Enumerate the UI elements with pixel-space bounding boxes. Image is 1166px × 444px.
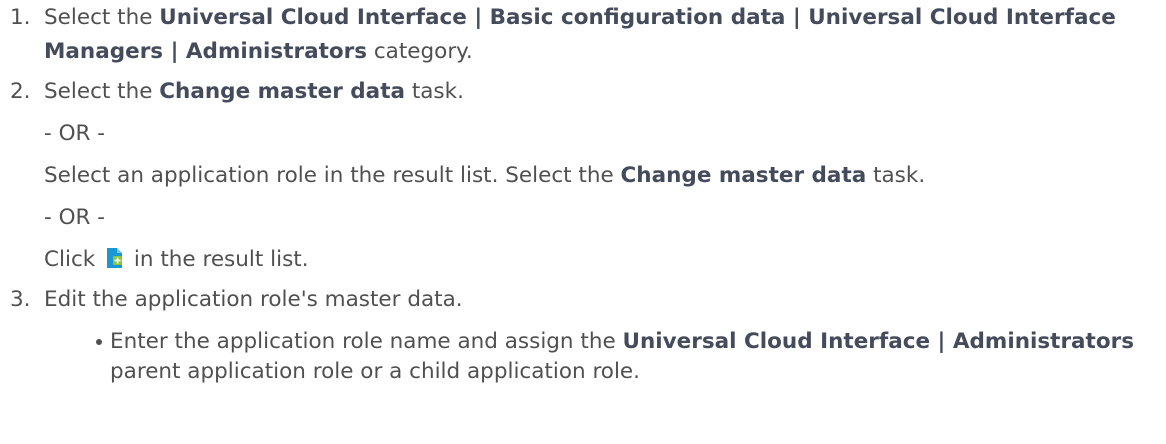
step-1-text: Select the Universal Cloud Interface | B…	[44, 1, 1156, 69]
document-page: 1. Select the Universal Cloud Interface …	[0, 0, 1166, 444]
step-2-line-1-pre: Select the	[44, 79, 160, 104]
step-2: 2. Select the Change master data task. -…	[10, 75, 1156, 277]
step-1: 1. Select the Universal Cloud Interface …	[10, 1, 1156, 69]
step-2-line-3-post: in the result list.	[127, 247, 309, 272]
list-item: Enter the application role name and assi…	[44, 327, 1156, 387]
step-number: 2.	[10, 79, 31, 104]
parent-role-name: Universal Cloud Interface | Administrato…	[622, 329, 1135, 354]
step-2-line-2-pre: Select an application role in the result…	[44, 163, 621, 188]
step-body: Select the Change master data task. - OR…	[44, 75, 1156, 277]
task-name: Change master data	[159, 79, 405, 104]
step-3-text: Edit the application role's master data.	[44, 287, 463, 312]
step-2-line-1-post: task.	[404, 79, 464, 104]
step-1-pre: Select the	[44, 5, 160, 30]
step-body: Select the Universal Cloud Interface | B…	[44, 1, 1156, 69]
step-2-line-1: Select the Change master data task.	[44, 75, 1156, 109]
menu-path: Universal Cloud Interface | Basic config…	[44, 5, 1116, 64]
step-2-line-3-pre: Click	[44, 247, 103, 272]
step-2-line-2-post: task.	[866, 163, 926, 188]
bullet-post: parent application role or a child appli…	[110, 359, 640, 384]
step-3: 3. Edit the application role's master da…	[10, 283, 1156, 387]
step-number: 3.	[10, 287, 31, 312]
bullet-pre: Enter the application role name and assi…	[110, 329, 623, 354]
add-document-icon	[106, 247, 123, 269]
step-2-line-2: Select an application role in the result…	[44, 159, 1156, 193]
step-number: 1.	[10, 5, 31, 30]
or-separator: - OR -	[44, 205, 106, 230]
step-body: Edit the application role's master data.…	[44, 283, 1156, 387]
step-list: 1. Select the Universal Cloud Interface …	[10, 1, 1156, 387]
step-3-sublist: Enter the application role name and assi…	[44, 327, 1156, 387]
or-separator: - OR -	[44, 121, 106, 146]
step-2-line-3: Click in the result list.	[44, 243, 1156, 277]
bullet-dot	[96, 339, 102, 345]
step-1-post: category.	[367, 39, 473, 64]
task-name: Change master data	[620, 163, 867, 188]
